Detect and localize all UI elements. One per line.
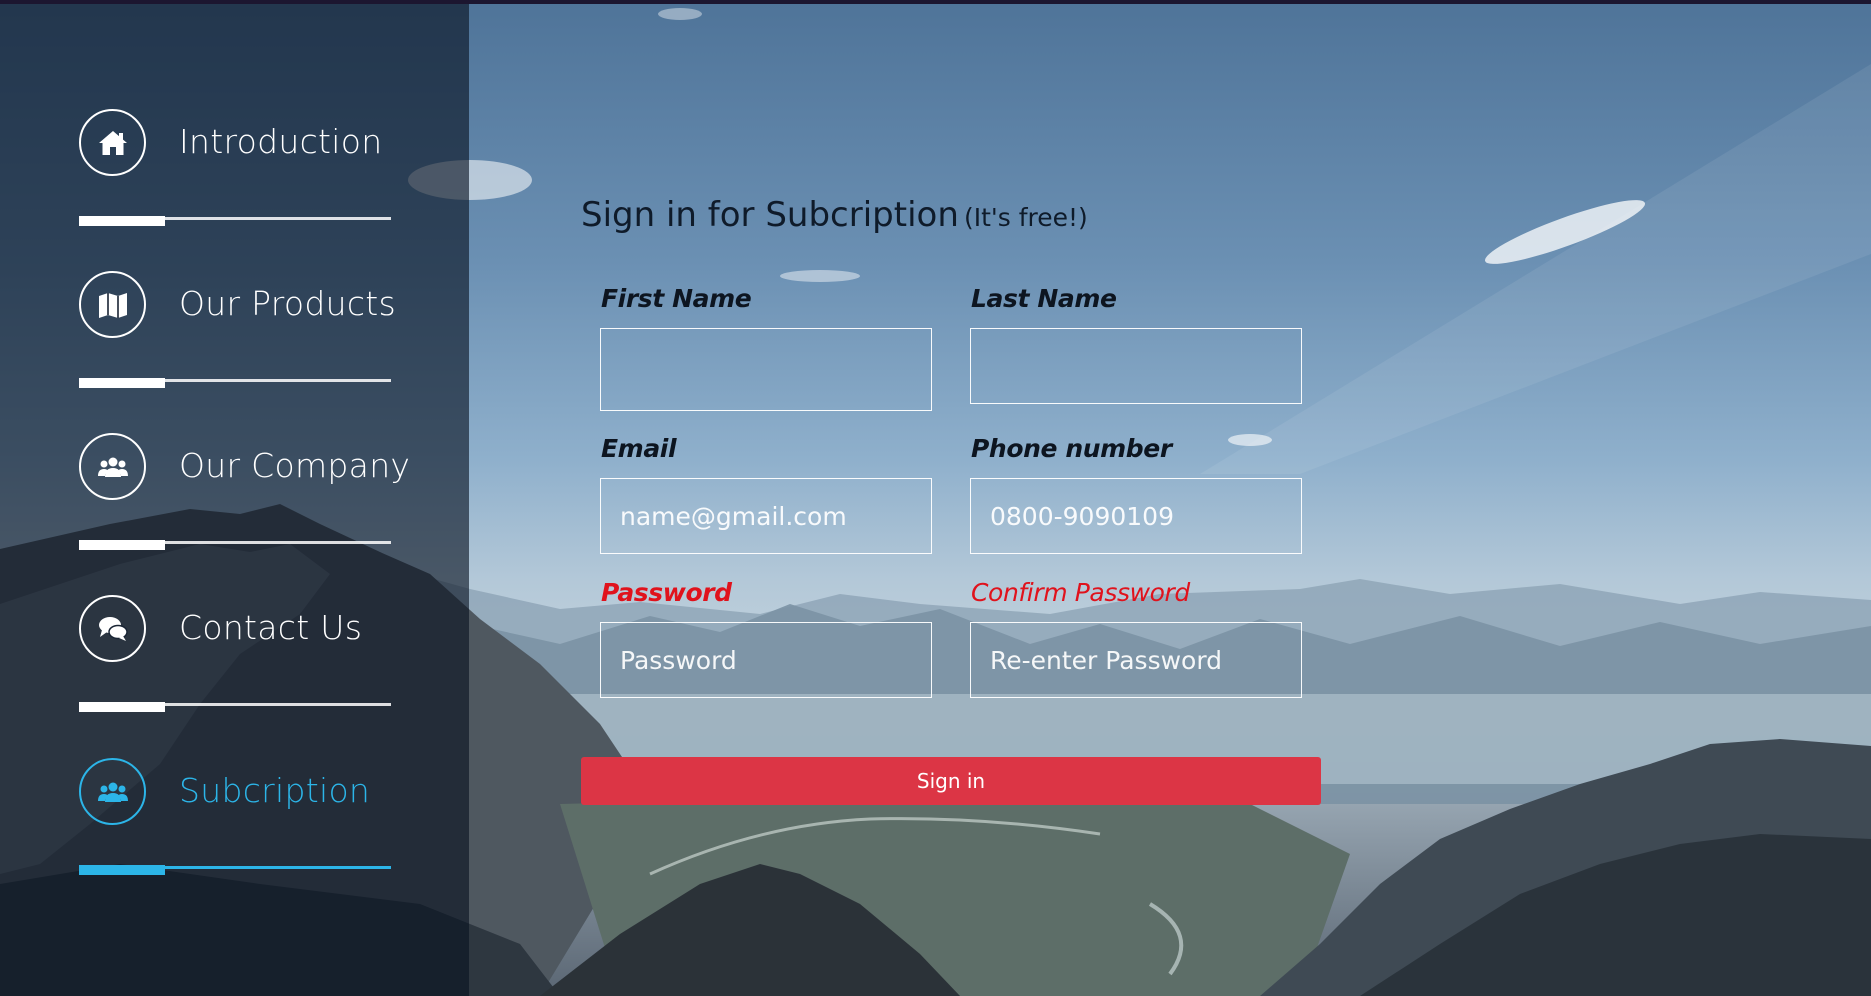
nav-label-our-company: Our Company <box>179 446 411 485</box>
nav-indicator <box>79 702 165 712</box>
sign-in-button[interactable]: Sign in <box>581 757 1321 805</box>
last-name-input[interactable] <box>970 328 1302 404</box>
nav-label-contact-us: Contact Us <box>179 608 363 647</box>
form-title-subtitle: (It's free!) <box>963 203 1088 232</box>
email-input[interactable] <box>600 478 932 554</box>
form-title-main: Sign in for Subcription <box>581 195 959 235</box>
nav-indicator <box>79 216 165 226</box>
users-icon <box>79 758 146 825</box>
password-label: Password <box>601 578 732 607</box>
nav-item-our-products[interactable]: Our Products <box>79 271 409 391</box>
last-name-label: Last Name <box>971 284 1117 313</box>
confirm-password-label: Confirm Password <box>971 578 1190 607</box>
nav-item-our-company[interactable]: Our Company <box>79 433 411 553</box>
home-icon <box>79 109 146 176</box>
nav-indicator <box>79 540 165 550</box>
chat-icon <box>79 595 146 662</box>
first-name-label: First Name <box>601 284 752 313</box>
map-icon <box>79 271 146 338</box>
nav-item-contact-us[interactable]: Contact Us <box>79 595 409 715</box>
password-input[interactable] <box>600 622 932 698</box>
first-name-input[interactable] <box>600 328 932 411</box>
nav-label-our-products: Our Products <box>179 284 397 323</box>
nav-label-subcription: Subcription <box>179 771 371 810</box>
users-icon <box>79 433 146 500</box>
nav-label-introduction: Introduction <box>179 122 383 161</box>
phone-input[interactable] <box>970 478 1302 554</box>
confirm-password-input[interactable] <box>970 622 1302 698</box>
form-title: Sign in for Subcription (It's free!) <box>581 195 1088 235</box>
phone-label: Phone number <box>971 434 1172 463</box>
sidebar-nav: Introduction Our Products Our Company Co… <box>0 4 469 996</box>
nav-indicator-active <box>79 865 165 875</box>
nav-indicator <box>79 378 165 388</box>
nav-item-introduction[interactable]: Introduction <box>79 109 409 229</box>
email-label: Email <box>601 434 677 463</box>
nav-item-subcription[interactable]: Subcription <box>79 758 409 878</box>
